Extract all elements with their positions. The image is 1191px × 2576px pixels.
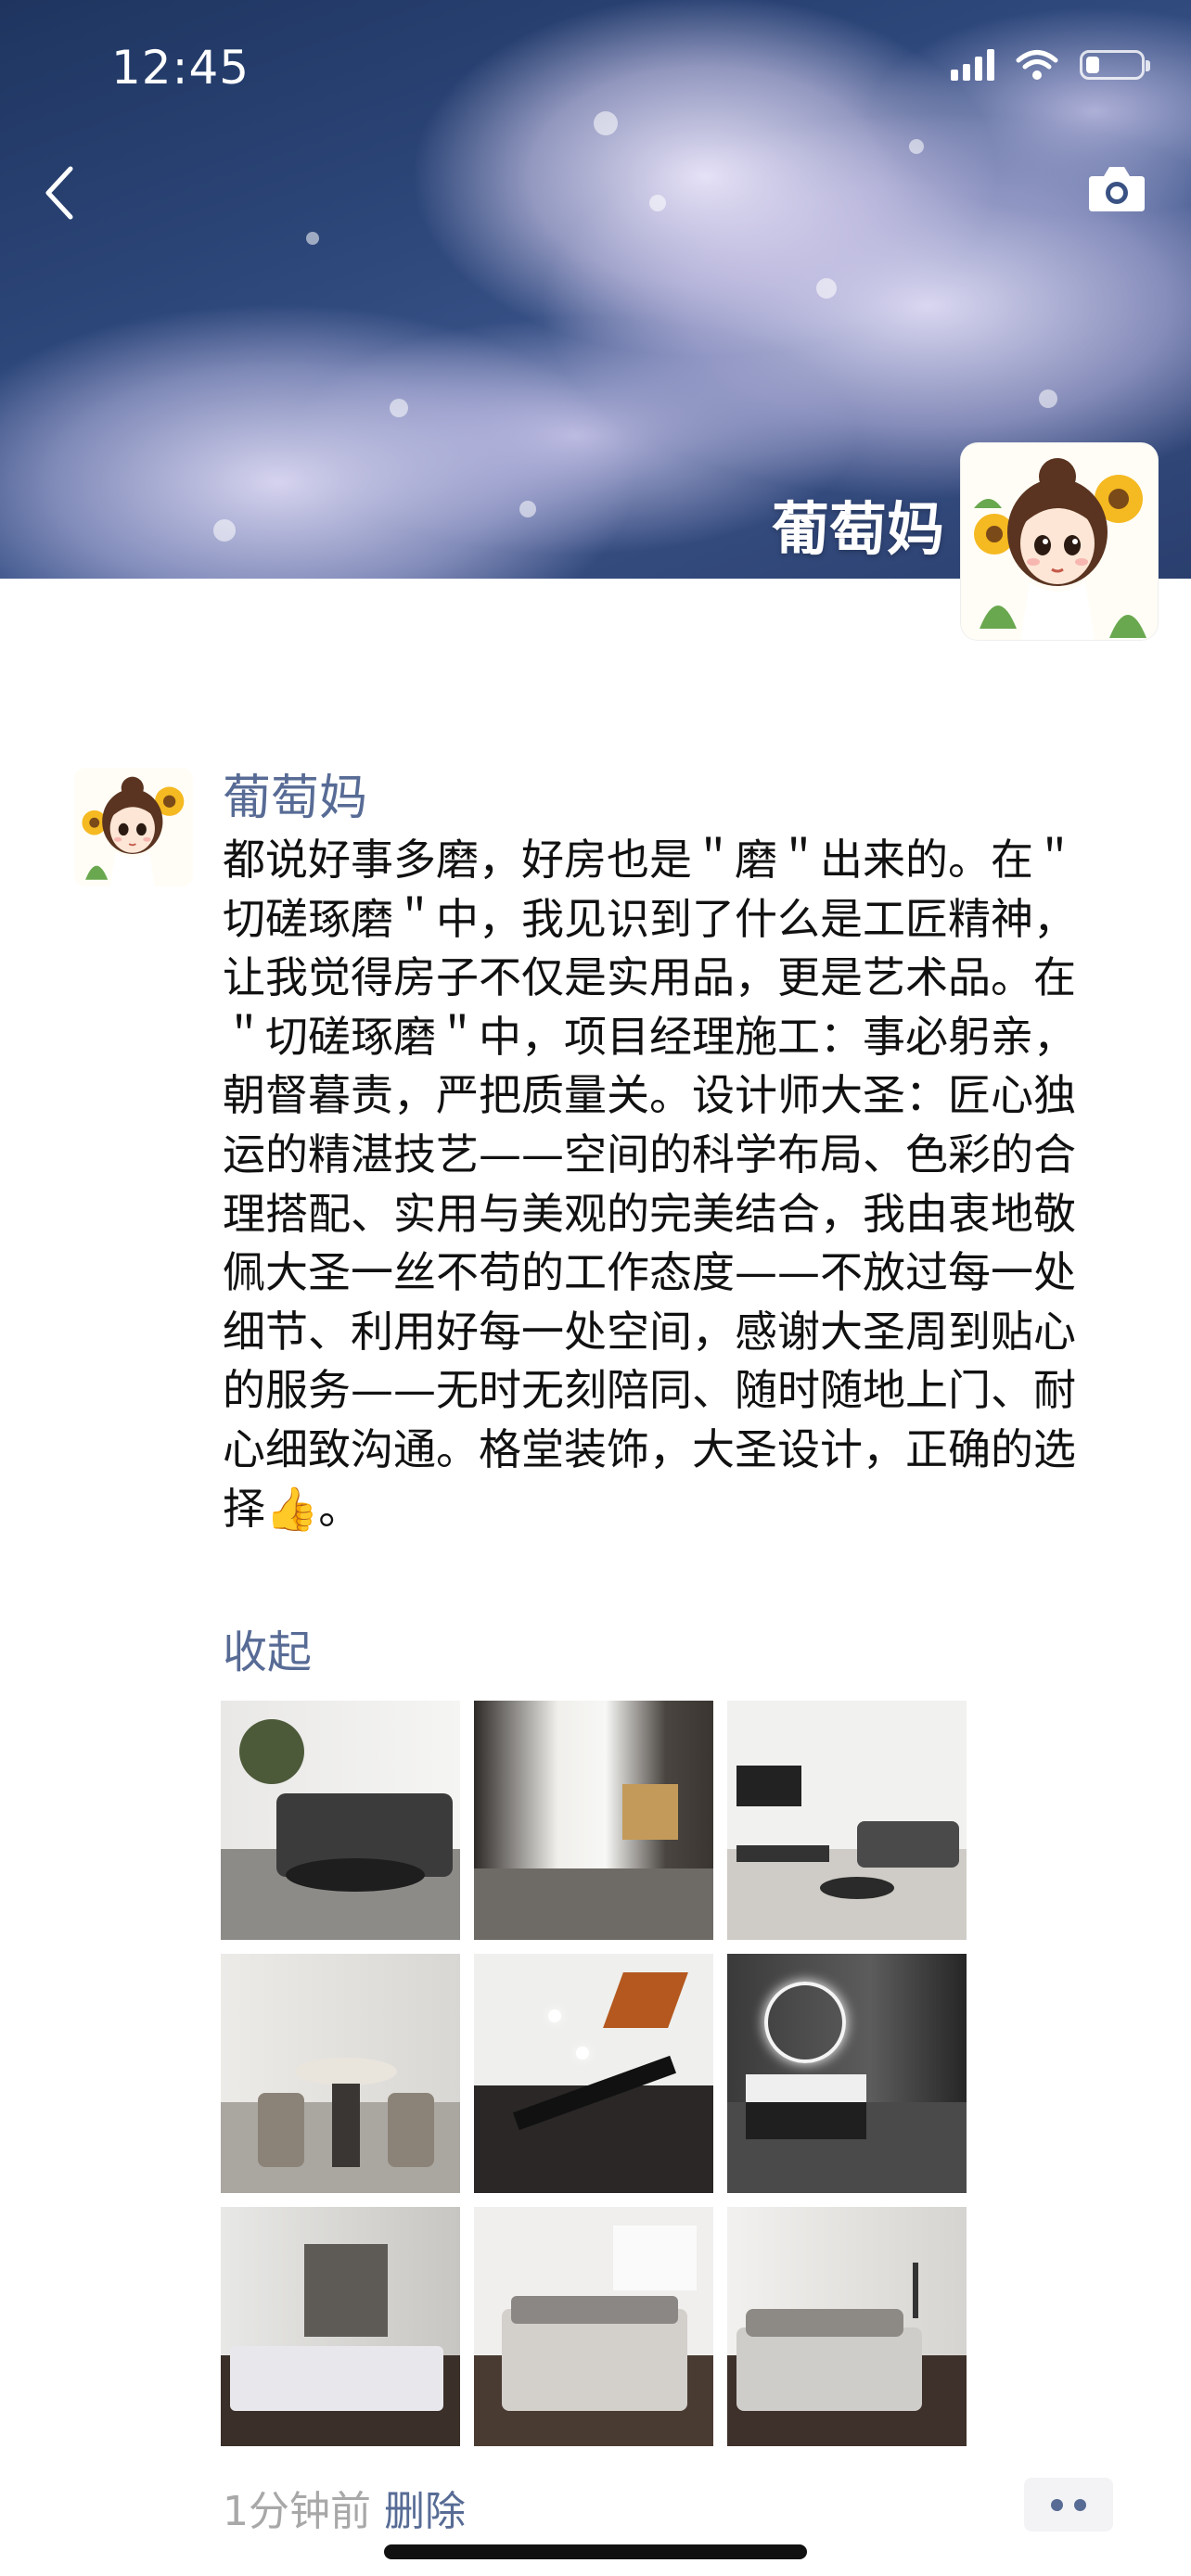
- back-button[interactable]: [37, 163, 83, 223]
- chevron-left-icon: [45, 166, 73, 220]
- post-author-name[interactable]: 葡萄妈: [223, 759, 367, 828]
- delete-link[interactable]: 删除: [384, 2478, 466, 2537]
- photo-thumbnail[interactable]: [221, 1701, 460, 1940]
- photo-thumbnail[interactable]: [727, 2207, 967, 2446]
- photo-thumbnail[interactable]: [474, 1701, 713, 1940]
- status-icons: [951, 48, 1150, 82]
- more-options-button[interactable]: [1024, 2478, 1113, 2531]
- battery-icon: [1080, 50, 1150, 80]
- photo-thumbnail[interactable]: [474, 1954, 713, 2193]
- camera-icon: [1089, 167, 1145, 211]
- photo-thumbnail[interactable]: [474, 2207, 713, 2446]
- cellular-signal-icon: [951, 49, 994, 81]
- more-dot-icon: [1074, 2498, 1086, 2511]
- post-author-avatar[interactable]: [74, 768, 193, 886]
- photo-thumbnail[interactable]: [221, 2207, 460, 2446]
- post-text: 都说好事多磨，好房也是＂磨＂出来的。在＂切磋琢磨＂中，我见识到了什么是工匠精神，…: [223, 835, 1076, 1534]
- status-time: 12:45: [111, 41, 250, 95]
- collapse-link[interactable]: 收起: [223, 1615, 312, 1680]
- home-indicator[interactable]: [384, 2544, 807, 2559]
- photo-thumbnail[interactable]: [727, 1701, 967, 1940]
- photo-grid: [221, 1701, 968, 2446]
- photo-thumbnail[interactable]: [727, 1954, 967, 2193]
- cover-avatar[interactable]: [961, 443, 1158, 640]
- avatar-illustration: [961, 443, 1158, 640]
- cover-user-name: 葡萄妈: [771, 495, 944, 563]
- post-timestamp: 1分钟前: [223, 2488, 371, 2535]
- more-dot-icon: [1051, 2498, 1063, 2511]
- photo-thumbnail[interactable]: [221, 1954, 460, 2193]
- wifi-icon: [1016, 50, 1058, 80]
- camera-button[interactable]: [1087, 161, 1146, 213]
- avatar-illustration: [74, 768, 193, 886]
